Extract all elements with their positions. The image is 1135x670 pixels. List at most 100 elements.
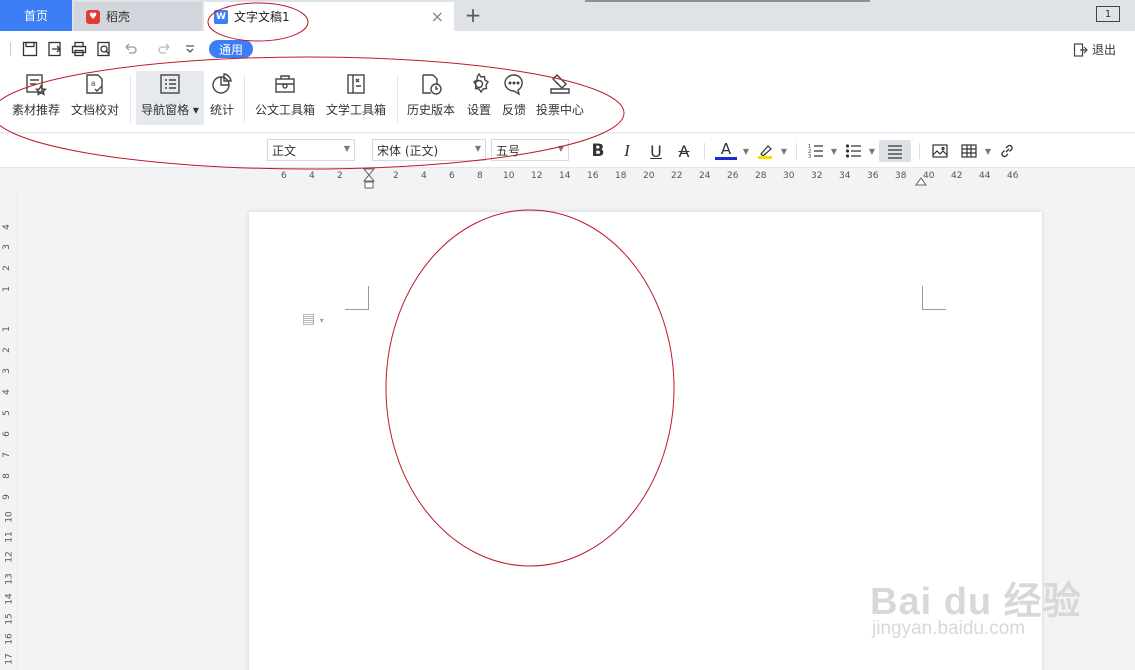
paragraph-style-value: 正文 <box>272 143 297 158</box>
font-size-value: 五号 <box>496 143 521 158</box>
ribbon-official-toolbox[interactable]: 公文工具箱 <box>255 71 315 125</box>
ruler-tick: 42 <box>951 171 963 181</box>
mode-pill-button[interactable]: 通用 <box>209 40 253 58</box>
ruler-tick: 6 <box>449 171 455 181</box>
save-icon[interactable] <box>20 39 40 59</box>
vote-icon <box>547 71 573 97</box>
ruler-tick: 4 <box>1 224 12 230</box>
ruler-tick: 9 <box>1 494 12 500</box>
export-icon[interactable] <box>45 39 65 59</box>
print-preview-icon[interactable] <box>94 39 114 59</box>
link-icon <box>1001 144 1013 158</box>
exit-icon <box>1073 42 1088 57</box>
svg-text:a: a <box>91 79 96 88</box>
ribbon-vote-center[interactable]: 投票中心 <box>536 71 584 125</box>
ribbon-label: 历史版本 <box>407 103 456 117</box>
ribbon-proofread[interactable]: a 文档校对 <box>71 71 119 125</box>
ribbon-settings[interactable]: 设置 <box>466 71 492 125</box>
undo-icon[interactable] <box>120 39 140 59</box>
ruler-tick: 28 <box>755 171 767 181</box>
ribbon-label: 文学工具箱 <box>326 103 387 117</box>
paragraph-handle-icon[interactable]: ▤ ▾ <box>302 311 324 327</box>
ruler-tick: 6 <box>1 431 12 437</box>
margin-corner-mark <box>922 286 946 310</box>
exit-button[interactable]: 退出 <box>1072 41 1116 58</box>
chevron-down-icon[interactable]: ▼ <box>823 140 845 162</box>
quick-access-separator <box>10 42 11 56</box>
ribbon-divider <box>397 75 398 123</box>
ribbon-label: 素材推荐 <box>12 103 61 117</box>
ruler-tick: 2 <box>1 347 12 353</box>
ribbon: 素材推荐 a 文档校对 导航窗格 ▾ 统计 公文工具箱 文学工具箱 历史版本 设… <box>0 67 1135 133</box>
ruler-tick: 11 <box>4 531 15 543</box>
ribbon-nav-pane[interactable]: 导航窗格 ▾ <box>136 71 204 125</box>
insert-picture-button[interactable] <box>929 140 951 162</box>
ruler-tick: 24 <box>699 171 711 181</box>
font-size-select[interactable]: 五号 ▼ <box>491 139 569 161</box>
chevron-down-icon[interactable]: ▼ <box>773 140 795 162</box>
chevron-down-icon: ▼ <box>557 144 564 153</box>
ruler-tick: 5 <box>1 410 12 416</box>
font-family-select[interactable]: 宋体 (正文) ▼ <box>372 139 486 161</box>
tab-bar: 首页 ♥ 稻壳 W 文字文稿1 × + 1 <box>0 0 1135 31</box>
ruler-tick: 16 <box>587 171 599 181</box>
ruler-tick: 15 <box>4 613 15 625</box>
ribbon-literary-toolbox[interactable]: 文学工具箱 <box>326 71 386 125</box>
italic-button[interactable]: I <box>616 140 638 162</box>
horizontal-ruler[interactable]: 6 4 2 2 4 6 8 10 12 14 16 18 20 22 24 26… <box>0 168 1135 190</box>
ruler-tick: 22 <box>671 171 683 181</box>
ruler-tick: 2 <box>1 265 12 271</box>
ruler-tick: 10 <box>503 171 515 181</box>
ribbon-history-version[interactable]: 历史版本 <box>407 71 455 125</box>
ribbon-material-recommend[interactable]: 素材推荐 <box>12 71 60 125</box>
nav-pane-icon <box>157 71 183 97</box>
redo-icon[interactable] <box>155 39 175 59</box>
ruler-tick: 1 <box>1 286 12 292</box>
customize-dropdown-icon[interactable] <box>180 39 200 59</box>
window-layout-button[interactable]: 1 <box>1096 6 1120 22</box>
close-tab-icon[interactable]: × <box>431 7 444 26</box>
watermark-url: jingyan.baidu.com <box>872 618 1026 639</box>
exit-label: 退出 <box>1092 43 1117 57</box>
ribbon-feedback[interactable]: 反馈 <box>501 71 527 125</box>
official-toolbox-icon <box>272 71 298 97</box>
ruler-tick: 8 <box>1 473 12 479</box>
right-indent-marker-icon[interactable] <box>915 176 927 186</box>
ribbon-divider <box>130 75 131 123</box>
window-strip <box>585 0 870 2</box>
underline-button[interactable]: U <box>645 140 667 162</box>
tab-daoke[interactable]: ♥ 稻壳 <box>74 2 202 31</box>
svg-text:3: 3 <box>808 154 811 160</box>
ruler-tick: 3 <box>1 244 12 250</box>
ruler-tick: 36 <box>867 171 879 181</box>
strikethrough-button[interactable]: A <box>673 140 695 162</box>
ruler-tick: 26 <box>727 171 739 181</box>
ribbon-stats[interactable]: 统计 <box>209 71 235 125</box>
ruler-tick: 12 <box>531 171 543 181</box>
new-tab-button[interactable]: + <box>462 2 484 28</box>
tab-home[interactable]: 首页 <box>0 0 72 31</box>
ruler-tick: 3 <box>1 368 12 374</box>
daoke-logo-icon: ♥ <box>86 9 100 24</box>
table-icon <box>961 144 977 158</box>
paragraph-style-select[interactable]: 正文 ▼ <box>267 139 355 161</box>
ribbon-label: 投票中心 <box>536 103 585 117</box>
tab-document[interactable]: W 文字文稿1 × <box>204 2 454 31</box>
ruler-tick: 13 <box>4 573 15 585</box>
ribbon-label: 公文工具箱 <box>255 103 316 117</box>
ruler-tick: 17 <box>4 653 15 665</box>
writer-doc-icon: W <box>214 9 228 24</box>
print-icon[interactable] <box>69 39 89 59</box>
bold-button[interactable]: B <box>587 140 609 162</box>
ruler-tick: 2 <box>393 171 399 181</box>
align-justify-icon <box>888 145 902 159</box>
insert-link-button[interactable] <box>996 140 1018 162</box>
format-separator <box>704 143 705 159</box>
ruler-tick: 10 <box>4 511 15 523</box>
align-button[interactable] <box>879 140 911 162</box>
indent-marker-icon[interactable] <box>362 168 376 190</box>
vertical-ruler[interactable]: 4 3 2 1 1 2 3 4 5 6 7 8 9 10 11 12 13 14… <box>0 190 18 670</box>
ruler-tick: 4 <box>309 171 315 181</box>
font-color-button[interactable]: A <box>715 140 737 160</box>
ruler-tick: 14 <box>559 171 571 181</box>
